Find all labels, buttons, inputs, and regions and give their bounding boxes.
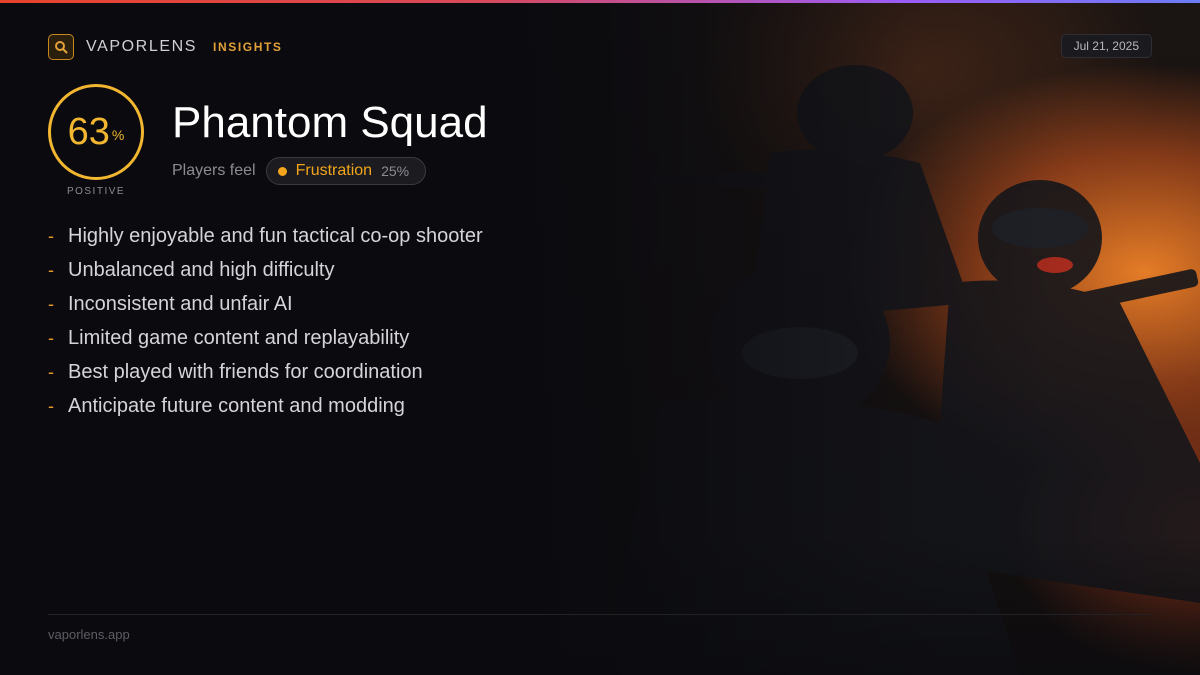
insight-text: Anticipate future content and modding	[68, 394, 405, 417]
insight-text: Inconsistent and unfair AI	[68, 292, 293, 315]
insight-list: - Highly enjoyable and fun tactical co-op…	[48, 219, 483, 423]
score-label: POSITIVE	[66, 186, 126, 197]
emotion-percent: 25%	[381, 163, 410, 179]
dash-bullet-icon: -	[48, 395, 54, 416]
list-item: - Limited game content and replayability	[48, 321, 483, 355]
date-badge: Jul 21, 2025	[1060, 34, 1152, 58]
list-item: - Inconsistent and unfair AI	[48, 287, 483, 321]
footer-divider	[48, 614, 1152, 615]
emotion-label: Frustration	[295, 162, 373, 179]
dash-bullet-icon: -	[48, 327, 54, 348]
dash-bullet-icon: -	[48, 293, 54, 314]
dash-bullet-icon: -	[48, 361, 54, 382]
section-label: INSIGHTS	[213, 39, 283, 54]
insight-text: Best played with friends for coordinatio…	[68, 360, 423, 383]
emotion-dot-icon	[277, 166, 287, 176]
list-item: - Highly enjoyable and fun tactical co-op…	[48, 219, 483, 253]
list-item: - Best played with friends for coordinati…	[48, 355, 483, 389]
sentiment-row: Players feel Frustration 25%	[172, 157, 427, 185]
insight-text: Limited game content and replayability	[68, 326, 410, 349]
dash-bullet-icon: -	[48, 225, 54, 246]
insight-text: Unbalanced and high difficulty	[68, 258, 335, 281]
insight-text: Highly enjoyable and fun tactical co-op …	[68, 224, 483, 247]
score-unit: %	[111, 127, 125, 143]
list-item: - Unbalanced and high difficulty	[48, 253, 483, 287]
search-icon	[55, 40, 68, 53]
emotion-badge: Frustration 25%	[265, 157, 427, 185]
game-key-art	[500, 3, 1200, 675]
site-link[interactable]: vaporlens.app	[48, 627, 130, 642]
brand-name: VAPORLENS	[86, 37, 198, 55]
logo-badge	[48, 33, 74, 60]
score-value: 63	[67, 111, 110, 153]
score-ring: 63 %	[48, 84, 144, 180]
game-title: Phantom Squad	[172, 98, 488, 147]
header: VAPORLENS INSIGHTS	[48, 33, 283, 60]
dash-bullet-icon: -	[48, 259, 54, 280]
list-item: - Anticipate future content and modding	[48, 389, 483, 423]
sentiment-prefix: Players feel	[172, 162, 256, 179]
